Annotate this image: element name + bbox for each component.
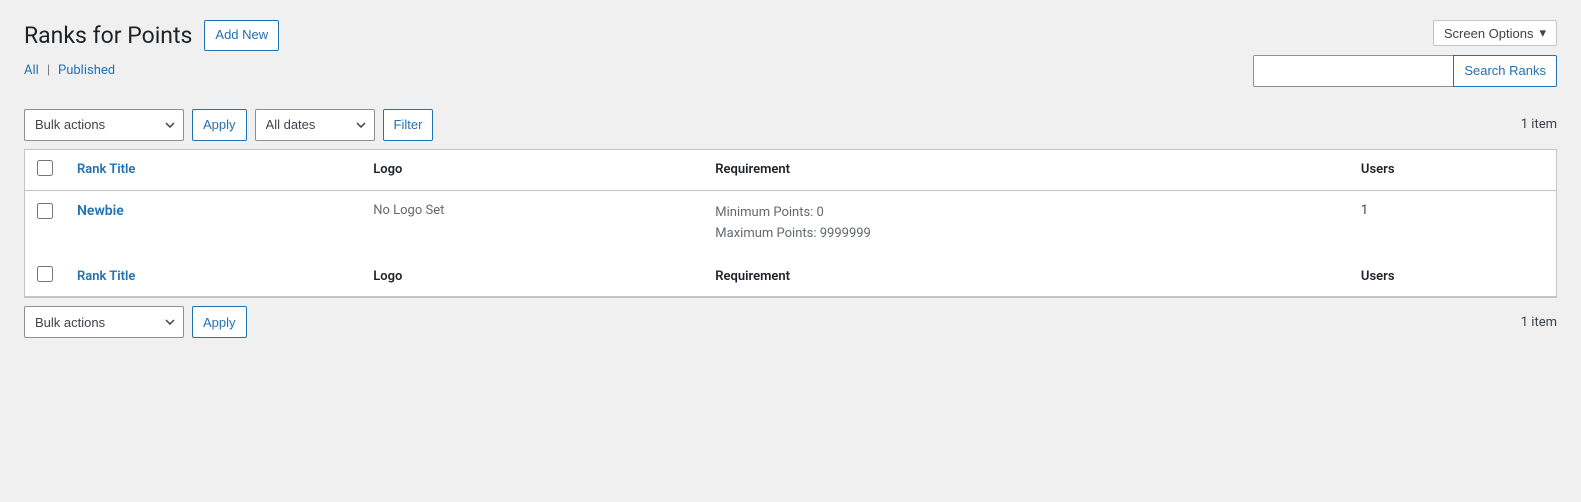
row-checkbox-cell	[25, 190, 65, 256]
footer-requirement: Requirement	[703, 256, 1349, 297]
no-logo-text: No Logo Set	[373, 203, 444, 218]
dates-select-top[interactable]: All dates	[255, 109, 375, 141]
header-checkbox-cell	[25, 150, 65, 191]
filter-all-link[interactable]: All	[24, 63, 39, 78]
row-checkbox[interactable]	[37, 203, 53, 219]
page-header-left: Ranks for Points Add New	[24, 20, 279, 51]
requirement-line1: Minimum Points: 0	[715, 203, 1337, 224]
rank-title-column-link-footer[interactable]: Rank Title	[77, 269, 135, 284]
nav-search-row: All | Published Search Ranks	[24, 55, 1557, 99]
select-all-checkbox-footer[interactable]	[37, 266, 53, 282]
bulk-actions-select-top[interactable]: Bulk actions Edit Delete	[24, 109, 184, 141]
apply-button-top[interactable]: Apply	[192, 109, 247, 141]
table-footer-row: Rank Title Logo Requirement Users	[25, 256, 1556, 297]
search-ranks-button[interactable]: Search Ranks	[1453, 55, 1557, 87]
footer-checkbox-cell	[25, 256, 65, 297]
header-users: Users	[1349, 150, 1556, 191]
header-requirement: Requirement	[703, 150, 1349, 191]
item-count-bottom: 1 item	[1521, 315, 1557, 330]
chevron-down-icon: ▾	[1539, 25, 1546, 41]
header-logo: Logo	[361, 150, 703, 191]
filter-nav: All | Published	[24, 63, 115, 78]
filter-button-top[interactable]: Filter	[383, 109, 434, 141]
nav-separator: |	[47, 63, 50, 78]
page-title: Ranks for Points	[24, 22, 192, 49]
row-logo-cell: No Logo Set	[361, 190, 703, 256]
bottom-toolbar-left: Bulk actions Edit Delete Apply	[24, 306, 247, 338]
select-all-checkbox[interactable]	[37, 160, 53, 176]
screen-options-label: Screen Options	[1444, 26, 1534, 41]
item-count-top: 1 item	[1521, 117, 1557, 132]
bottom-toolbar: Bulk actions Edit Delete Apply 1 item	[24, 306, 1557, 338]
top-toolbar: Bulk actions Edit Delete Apply All dates…	[24, 109, 1557, 141]
table-header-row: Rank Title Logo Requirement Users	[25, 150, 1556, 191]
filter-published-link[interactable]: Published	[58, 63, 115, 78]
row-rank-title-cell: Newbie	[65, 190, 361, 256]
apply-button-bottom[interactable]: Apply	[192, 306, 247, 338]
search-box: Search Ranks	[1253, 55, 1557, 87]
header-rank-title: Rank Title	[65, 150, 361, 191]
footer-rank-title: Rank Title	[65, 256, 361, 297]
add-new-button[interactable]: Add New	[204, 20, 279, 51]
footer-logo: Logo	[361, 256, 703, 297]
ranks-table-wrap: Rank Title Logo Requirement Users Newbie…	[24, 149, 1557, 299]
footer-users: Users	[1349, 256, 1556, 297]
bulk-actions-select-bottom[interactable]: Bulk actions Edit Delete	[24, 306, 184, 338]
screen-options-button[interactable]: Screen Options ▾	[1433, 20, 1557, 46]
rank-title-column-link[interactable]: Rank Title	[77, 162, 135, 177]
top-toolbar-left: Bulk actions Edit Delete Apply All dates…	[24, 109, 433, 141]
ranks-table: Rank Title Logo Requirement Users Newbie…	[25, 150, 1556, 298]
page-header: Ranks for Points Add New Screen Options …	[24, 20, 1557, 51]
table-row: Newbie No Logo Set Minimum Points: 0 Max…	[25, 190, 1556, 256]
requirement-line2: Maximum Points: 9999999	[715, 224, 1337, 245]
search-input[interactable]	[1253, 55, 1453, 87]
rank-title-link[interactable]: Newbie	[77, 203, 124, 219]
row-users-cell: 1	[1349, 190, 1556, 256]
row-requirement-cell: Minimum Points: 0 Maximum Points: 999999…	[703, 190, 1349, 256]
